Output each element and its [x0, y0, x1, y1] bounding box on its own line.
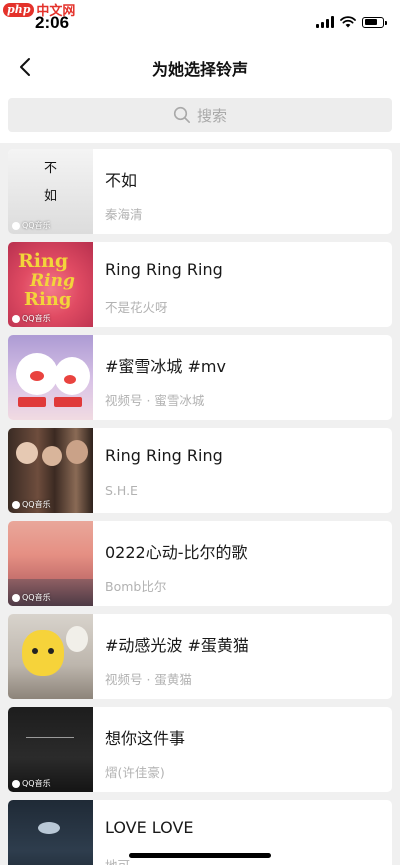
page-title: 为她选择铃声: [151, 60, 248, 79]
status-bar: php 中文网 2:06: [0, 0, 400, 36]
cover-image: [8, 614, 93, 699]
song-artist: 秦海清: [105, 207, 143, 222]
song-artist: 熠(许佳豪): [105, 765, 165, 780]
list-item[interactable]: 不 如 QQ音乐 不如 秦海清: [8, 149, 392, 234]
song-title: 不如: [105, 171, 138, 190]
source-label: QQ音乐: [12, 592, 51, 603]
cover-image: QQ音乐: [8, 428, 93, 513]
person-icon: [12, 500, 20, 509]
source-label: QQ音乐: [12, 778, 51, 789]
cover-image: [8, 335, 93, 420]
song-title: LOVE LOVE: [105, 818, 194, 837]
cover-image: QQ音乐: [8, 521, 93, 606]
song-artist: 不是花火呀: [105, 300, 168, 315]
system-icons: [316, 16, 387, 28]
wifi-icon: [340, 16, 356, 28]
song-title: Ring Ring Ring: [105, 260, 223, 279]
list-item[interactable]: QQ音乐 Ring Ring Ring S.H.E: [8, 428, 392, 513]
cover-text: Ring: [18, 250, 69, 272]
list-item[interactable]: #动感光波 #蛋黄猫 视频号 · 蛋黄猫: [8, 614, 392, 699]
cover-image: [8, 800, 93, 865]
source-label: QQ音乐: [12, 220, 51, 231]
search-placeholder: 搜索: [196, 106, 227, 125]
song-artist: 视频号 · 蛋黄猫: [105, 672, 192, 687]
list-item[interactable]: QQ音乐 0222心动-比尔的歌 Bomb比尔: [8, 521, 392, 606]
status-time: 2:06: [35, 13, 70, 32]
search-icon: [173, 106, 190, 123]
watermark-logo: php: [3, 2, 35, 17]
source-label: QQ音乐: [12, 499, 51, 510]
song-artist: S.H.E: [105, 483, 138, 498]
person-icon: [12, 221, 20, 230]
list-item[interactable]: Ring Ring Ring QQ音乐 Ring Ring Ring 不是花火呀: [8, 242, 392, 327]
navigation-bar: 为她选择铃声: [0, 48, 400, 88]
cover-text: 如: [44, 189, 58, 204]
cover-text: Ring: [30, 271, 75, 291]
song-artist: 地可: [105, 855, 130, 865]
cover-image: 不 如 QQ音乐: [8, 149, 93, 234]
cover-image: Ring Ring Ring QQ音乐: [8, 242, 93, 327]
header-area: php 中文网 2:06 为她选择铃声 搜索: [0, 0, 400, 143]
home-indicator[interactable]: [129, 853, 271, 858]
battery-icon: [362, 16, 387, 28]
cover-text: 不: [44, 161, 58, 176]
cellular-signal-icon: [316, 16, 334, 28]
song-title: 想你这件事: [105, 729, 186, 748]
song-title: 0222心动-比尔的歌: [105, 543, 248, 562]
person-icon: [12, 314, 20, 323]
ringtone-list: 不 如 QQ音乐 不如 秦海清 Ring Ring Ring QQ音乐 Ring…: [0, 143, 400, 865]
cover-text: Ring: [24, 289, 72, 310]
list-item[interactable]: #蜜雪冰城 #mv 视频号 · 蜜雪冰城: [8, 335, 392, 420]
song-title: #蜜雪冰城 #mv: [105, 357, 226, 376]
search-input[interactable]: 搜索: [8, 98, 392, 132]
song-artist: Bomb比尔: [105, 579, 167, 594]
song-artist: 视频号 · 蜜雪冰城: [105, 393, 205, 408]
person-icon: [12, 779, 20, 788]
list-item[interactable]: QQ音乐 想你这件事 熠(许佳豪): [8, 707, 392, 792]
source-label: QQ音乐: [12, 313, 51, 324]
cover-image: QQ音乐: [8, 707, 93, 792]
person-icon: [12, 593, 20, 602]
song-title: Ring Ring Ring: [105, 446, 223, 465]
song-title: #动感光波 #蛋黄猫: [105, 636, 249, 655]
